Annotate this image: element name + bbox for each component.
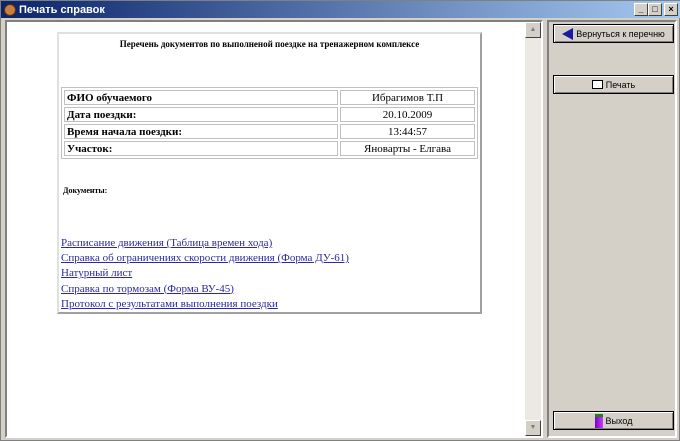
scroll-up-button[interactable]: ▲ bbox=[525, 22, 541, 38]
document-links: Расписание движения (Таблица времен хода… bbox=[61, 236, 349, 312]
printer-icon bbox=[591, 80, 603, 89]
scroll-down-button[interactable]: ▼ bbox=[525, 420, 541, 436]
exit-label: Выход bbox=[605, 415, 633, 426]
back-arrow-icon bbox=[562, 27, 574, 40]
link-protocol[interactable]: Протокол с результатами выполнения поезд… bbox=[61, 297, 349, 312]
row-label: Участок: bbox=[64, 141, 338, 156]
document: Перечень документов по выполненой поездк… bbox=[57, 32, 482, 314]
vertical-scrollbar[interactable]: ▲ ▼ bbox=[525, 22, 541, 436]
row-label: ФИО обучаемого bbox=[64, 90, 338, 105]
minimize-button[interactable]: _ bbox=[634, 3, 648, 16]
info-table: ФИО обучаемого Ибрагимов Т.П Дата поездки… bbox=[61, 87, 478, 159]
print-button[interactable]: Печать bbox=[553, 75, 674, 94]
table-row: Участок: Яноварты - Елгава bbox=[64, 141, 475, 156]
document-viewer: Перечень документов по выполненой поездк… bbox=[5, 20, 543, 438]
documents-label: Документы: bbox=[63, 186, 108, 195]
row-value: Ибрагимов Т.П bbox=[340, 90, 475, 105]
link-speed-limits[interactable]: Справка об ограничениях скорости движени… bbox=[61, 251, 349, 266]
close-button[interactable]: × bbox=[664, 3, 678, 16]
table-row: ФИО обучаемого Ибрагимов Т.П bbox=[64, 90, 475, 105]
print-label: Печать bbox=[605, 79, 636, 90]
row-value: 20.10.2009 bbox=[340, 107, 475, 122]
table-row: Дата поездки: 20.10.2009 bbox=[64, 107, 475, 122]
window-title: Печать справок bbox=[19, 3, 105, 16]
maximize-button[interactable]: □ bbox=[648, 3, 662, 16]
link-schedule[interactable]: Расписание движения (Таблица времен хода… bbox=[61, 236, 349, 251]
link-brakes[interactable]: Справка по тормозам (Форма ВУ-45) bbox=[61, 282, 349, 297]
row-label: Дата поездки: bbox=[64, 107, 338, 122]
back-label: Вернуться к перечню bbox=[576, 28, 665, 39]
table-row: Время начала поездки: 13:44:57 bbox=[64, 124, 475, 139]
title-bar: Печать справок _ □ × bbox=[1, 1, 680, 18]
link-train-list[interactable]: Натурный лист bbox=[61, 266, 349, 281]
row-value: Яноварты - Елгава bbox=[340, 141, 475, 156]
action-panel: Вернуться к перечню Печать Выход bbox=[547, 20, 677, 438]
app-icon bbox=[4, 3, 16, 16]
exit-door-icon bbox=[594, 413, 603, 428]
exit-button[interactable]: Выход bbox=[553, 411, 674, 430]
row-value: 13:44:57 bbox=[340, 124, 475, 139]
row-label: Время начала поездки: bbox=[64, 124, 338, 139]
back-button[interactable]: Вернуться к перечню bbox=[553, 24, 674, 43]
document-title: Перечень документов по выполненой поездк… bbox=[119, 39, 420, 49]
